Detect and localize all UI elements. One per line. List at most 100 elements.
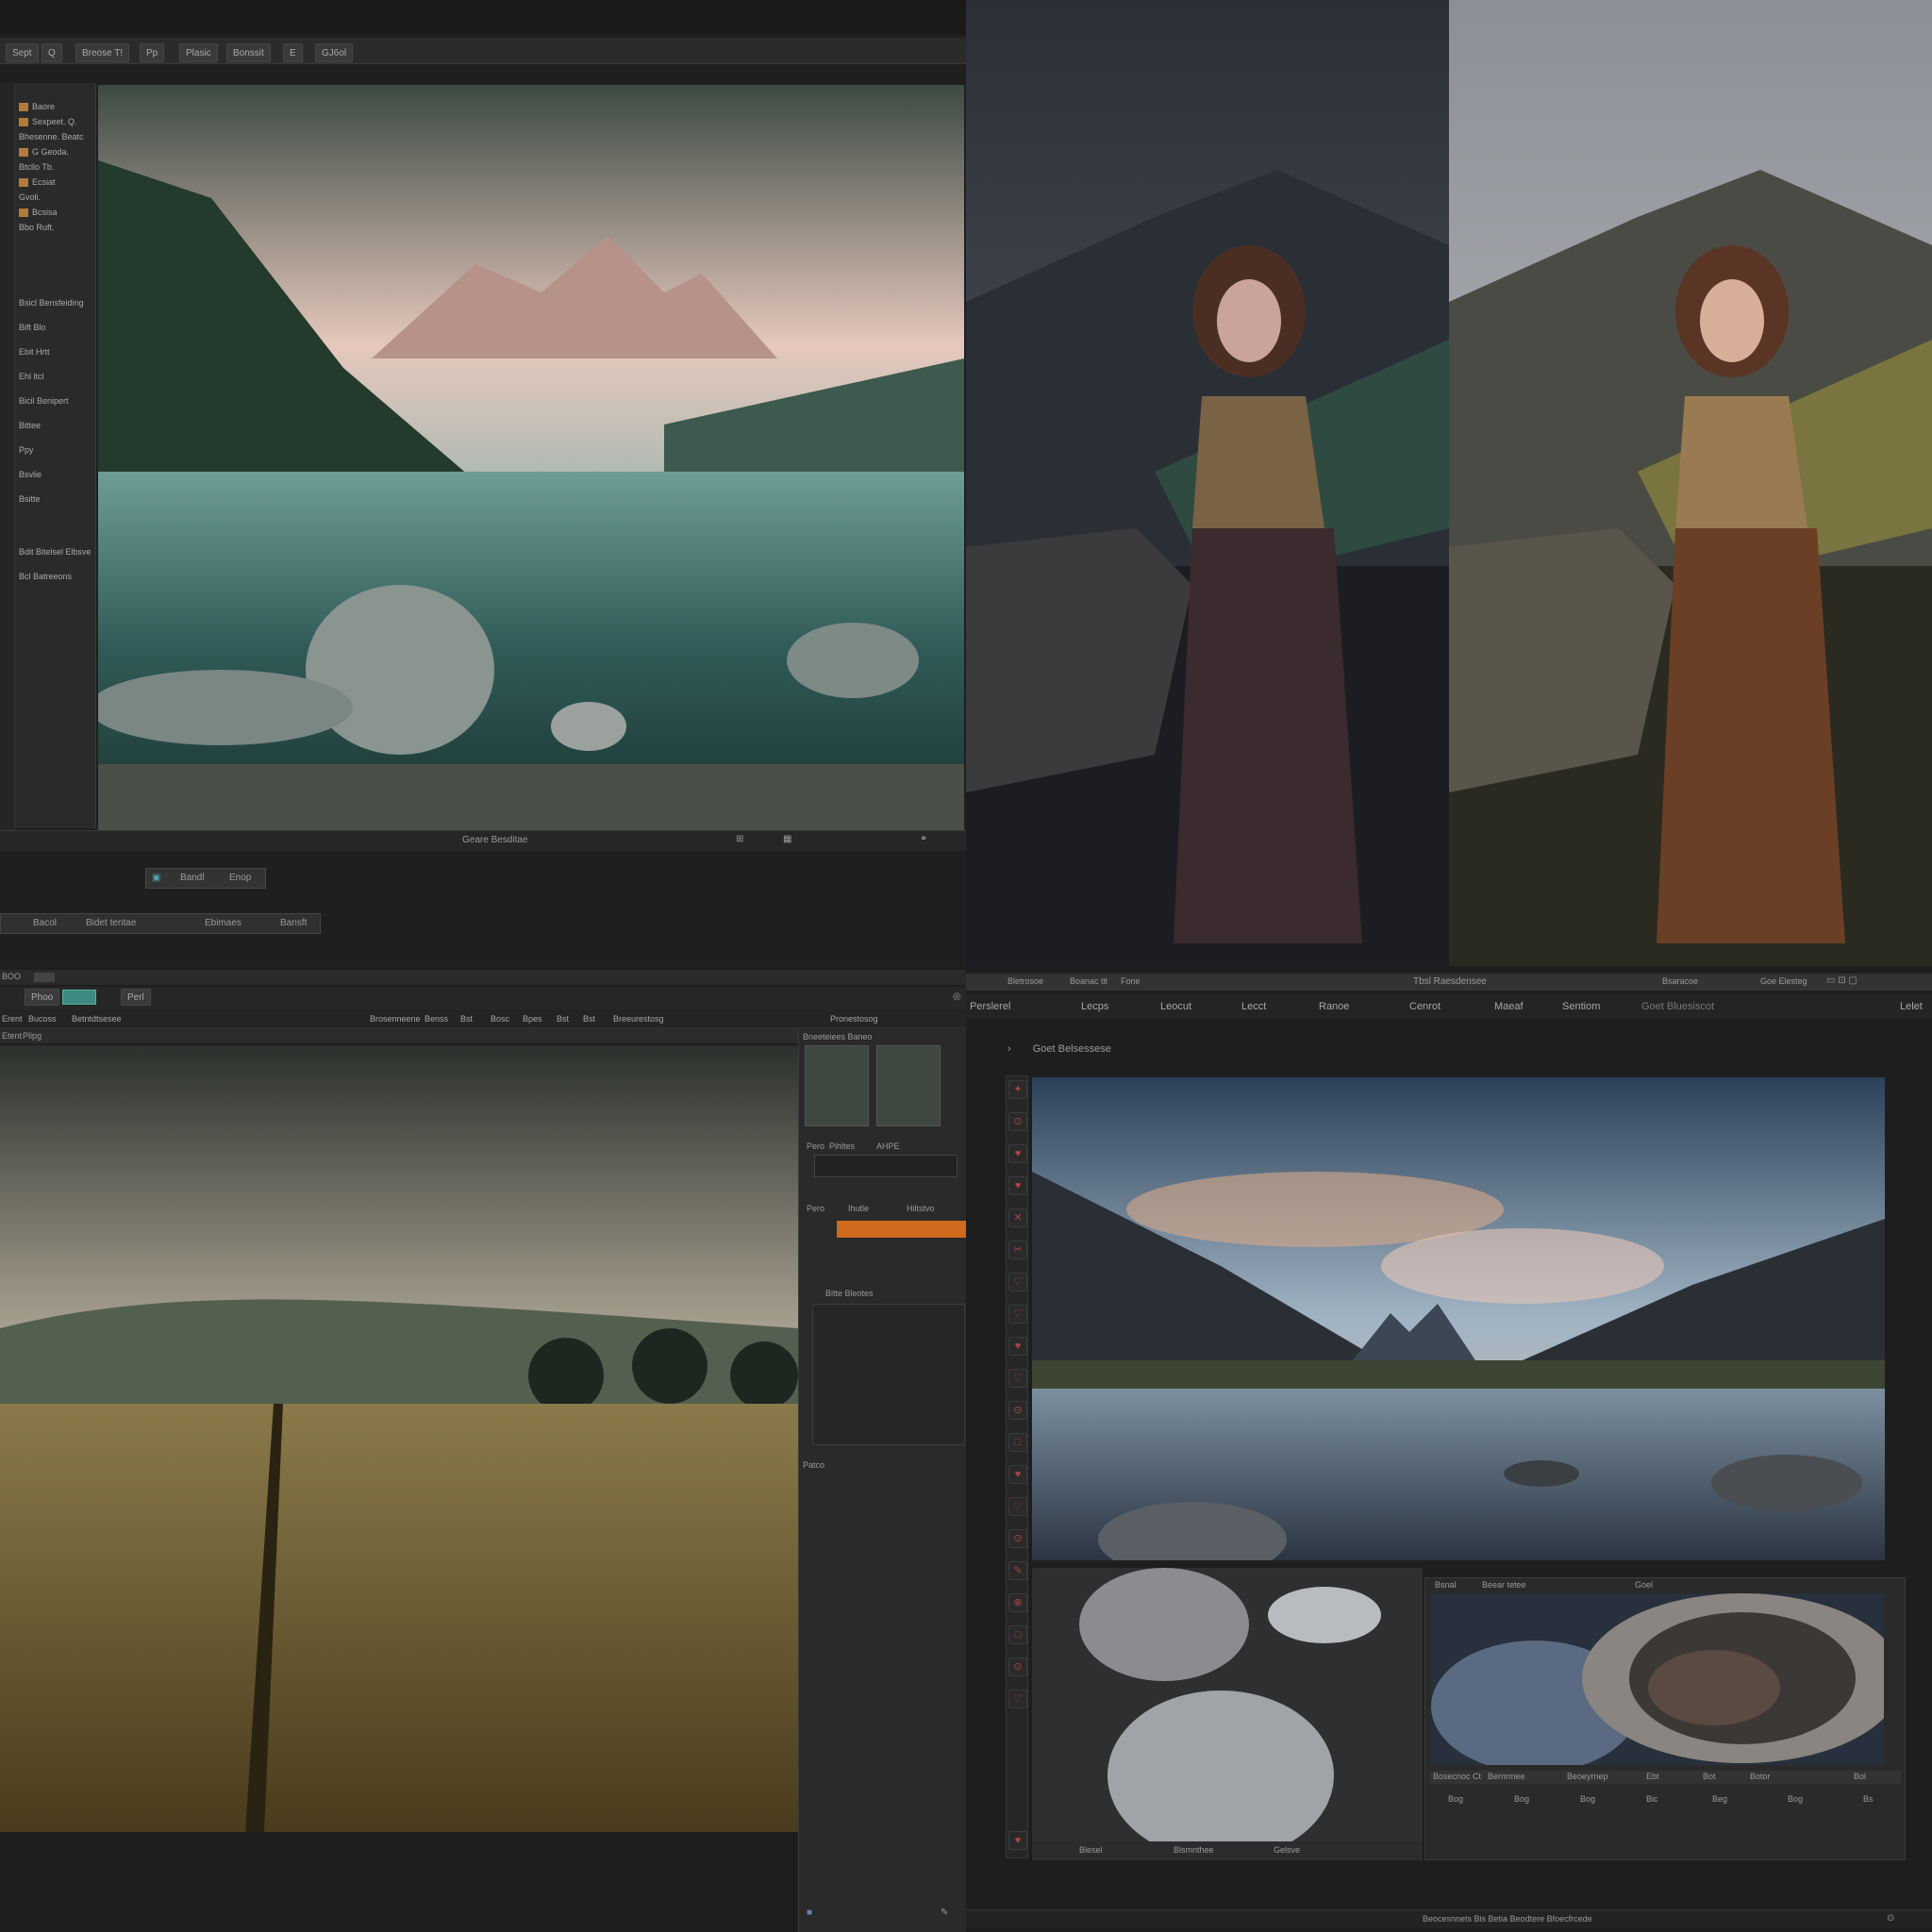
menu-item[interactable]: Leocut xyxy=(1160,994,1191,1019)
layer-item[interactable]: Gvoli. xyxy=(19,191,41,204)
tool-7-icon[interactable]: ♡ xyxy=(1008,1273,1027,1291)
layer-item[interactable]: Baore xyxy=(19,100,55,113)
bottom-item-4[interactable]: Bansft xyxy=(280,918,307,928)
tool-6-icon[interactable]: ✂ xyxy=(1008,1241,1027,1259)
menu-item[interactable]: Erent xyxy=(2,1009,23,1028)
layer-item[interactable]: Btcllo Tb. xyxy=(19,160,54,174)
preview-rock-photo[interactable] xyxy=(1032,1568,1423,1841)
menu-item[interactable]: Brosenneene xyxy=(370,1009,421,1028)
inspector-field[interactable]: Bs xyxy=(1863,1794,1874,1804)
tool-13-icon[interactable]: ♥ xyxy=(1008,1465,1027,1484)
tool-17-icon[interactable]: ⊗ xyxy=(1008,1593,1027,1612)
bottom-item-3[interactable]: Ebimaes xyxy=(205,918,242,928)
bottom-item-2[interactable]: Bidet tentae xyxy=(86,918,136,928)
toolbar-button-7[interactable]: E xyxy=(283,43,303,62)
canvas-lake-photo[interactable] xyxy=(98,85,964,830)
toolbar-button-8[interactable]: GJ6ol xyxy=(315,43,354,62)
tool-21-icon[interactable]: ♥ xyxy=(1008,1831,1027,1850)
layer-item[interactable]: G Geoda. xyxy=(19,145,69,158)
tool-12-icon[interactable]: □ xyxy=(1008,1433,1027,1452)
swirl-preview[interactable] xyxy=(1431,1593,1884,1765)
toolbar-button-4[interactable]: Pp xyxy=(140,43,165,62)
menu-item[interactable]: Lecct xyxy=(1241,994,1266,1019)
toolbar-button-2[interactable]: Q xyxy=(42,43,62,62)
thumbnail-2[interactable] xyxy=(876,1045,941,1126)
inspector-field[interactable]: Bog xyxy=(1788,1794,1803,1804)
tab-etent[interactable]: Etent xyxy=(2,1031,22,1041)
tool-5-icon[interactable]: ✕ xyxy=(1008,1208,1027,1227)
inspector-tab[interactable]: Goel xyxy=(1635,1580,1653,1590)
toolbar-button-3[interactable]: Breose T! xyxy=(75,43,130,62)
canvas-wheat-photo[interactable] xyxy=(0,1045,798,1832)
tool-18-icon[interactable]: □ xyxy=(1008,1625,1027,1644)
inspector-tab[interactable]: Bsnal xyxy=(1435,1580,1457,1590)
tool-20-icon[interactable]: ♡ xyxy=(1008,1690,1027,1708)
inspector-field[interactable]: Beoeyrnep xyxy=(1567,1772,1608,1781)
grid-icon[interactable]: ▦ xyxy=(783,834,791,844)
photo-button[interactable]: Phoo xyxy=(25,989,60,1006)
toolbar-button-1[interactable]: Sept xyxy=(6,43,39,62)
title-item[interactable]: Goe Elesteg xyxy=(1760,976,1807,986)
inspector-field[interactable]: Beg xyxy=(1712,1794,1727,1804)
perl-button[interactable]: Perl xyxy=(121,989,151,1006)
pen-icon[interactable]: ✎ xyxy=(941,1907,948,1918)
menu-item[interactable]: Goet Bluesiscot xyxy=(1641,994,1714,1019)
bottom-button[interactable]: Gelsve xyxy=(1274,1845,1300,1855)
menu-item[interactable]: Ranoe xyxy=(1319,994,1349,1019)
bottom-button[interactable]: Blesel xyxy=(1079,1845,1103,1855)
tab-plipg[interactable]: Plipg xyxy=(23,1031,42,1041)
inspector-field[interactable]: Bog xyxy=(1448,1794,1463,1804)
menu-item[interactable]: Benss xyxy=(425,1009,448,1028)
inspector-field[interactable]: Botor xyxy=(1750,1772,1771,1781)
title-item[interactable]: Bsaracoe xyxy=(1662,976,1698,986)
inspector-field[interactable]: Bog xyxy=(1514,1794,1529,1804)
tool-15-icon[interactable]: ⊙ xyxy=(1008,1529,1027,1548)
window-controls-icon[interactable]: ▭ ⊡ ▢ xyxy=(1826,975,1857,986)
inspector-field[interactable]: Bernrmee xyxy=(1488,1772,1525,1781)
menu-item[interactable]: Lecps xyxy=(1081,994,1108,1019)
expand-icon[interactable]: ▣ xyxy=(152,873,160,883)
title-item[interactable]: Boanac tit xyxy=(1070,976,1108,986)
thumbnail-1[interactable] xyxy=(805,1045,869,1126)
status-icon[interactable]: ⊙ xyxy=(1887,1913,1894,1924)
settings-icon[interactable]: ◎ xyxy=(953,991,961,1002)
menu-item[interactable]: Perslerel xyxy=(970,994,1010,1019)
inspector-field[interactable]: Bic xyxy=(1646,1794,1658,1804)
tool-14-icon[interactable]: ♡ xyxy=(1008,1497,1027,1516)
tool-1-icon[interactable]: ✦ xyxy=(1008,1080,1027,1099)
layer-item[interactable]: Sexpeet. Q. xyxy=(19,115,77,128)
menu-item[interactable]: Betntdtsesee xyxy=(72,1009,122,1028)
menu-item[interactable]: Maeaf xyxy=(1494,994,1524,1019)
inspector-field[interactable]: Bosecnoc Ct xyxy=(1433,1772,1481,1781)
menu-item[interactable]: Lelet xyxy=(1900,994,1923,1019)
tool-4-icon[interactable]: ♥ xyxy=(1008,1176,1027,1195)
menu-item[interactable]: Pronestosog xyxy=(830,1009,878,1028)
menu-item[interactable]: Bucoss xyxy=(28,1009,57,1028)
mini-button-1[interactable]: Bandl xyxy=(180,873,205,883)
inspector-field[interactable]: Ebt xyxy=(1646,1772,1659,1781)
inspector-field[interactable]: Bol xyxy=(1854,1772,1866,1781)
canvas-river-photo[interactable] xyxy=(1032,1077,1885,1560)
menu-item[interactable]: Bst xyxy=(460,1009,473,1028)
pen-tool-icon[interactable]: ✎ xyxy=(1008,1561,1027,1580)
menu-item[interactable]: Cenrot xyxy=(1409,994,1441,1019)
tool-10-icon[interactable]: ♡ xyxy=(1008,1369,1027,1388)
mini-button-2[interactable]: Enop xyxy=(229,873,251,883)
layer-item[interactable]: Bbo Ruft. xyxy=(19,221,55,234)
menu-item[interactable]: Sentiom xyxy=(1562,994,1600,1019)
layer-item[interactable]: Ecsiat xyxy=(19,175,56,189)
layer-item[interactable]: Bhesenne. Beatc xyxy=(19,130,84,143)
title-item[interactable]: Fone xyxy=(1121,976,1141,986)
data-grid[interactable] xyxy=(812,1304,965,1445)
menu-item[interactable]: Bosc xyxy=(491,1009,509,1028)
tool-9-icon[interactable]: ♥ xyxy=(1008,1337,1027,1356)
inspector-tab[interactable]: Beear tetee xyxy=(1482,1580,1526,1590)
title-field[interactable] xyxy=(34,973,55,982)
fit-icon[interactable]: ⊞ xyxy=(736,834,743,844)
layer-item[interactable]: Bcsisa xyxy=(19,206,58,219)
toolbar-button-6[interactable]: Bonssit xyxy=(226,43,271,62)
bottom-item-1[interactable]: Bacol xyxy=(33,918,57,928)
toolbar-button-5[interactable]: Plasic xyxy=(179,43,218,62)
panel-icon[interactable]: ■ xyxy=(807,1907,812,1918)
menu-item[interactable]: Bpes xyxy=(523,1009,542,1028)
